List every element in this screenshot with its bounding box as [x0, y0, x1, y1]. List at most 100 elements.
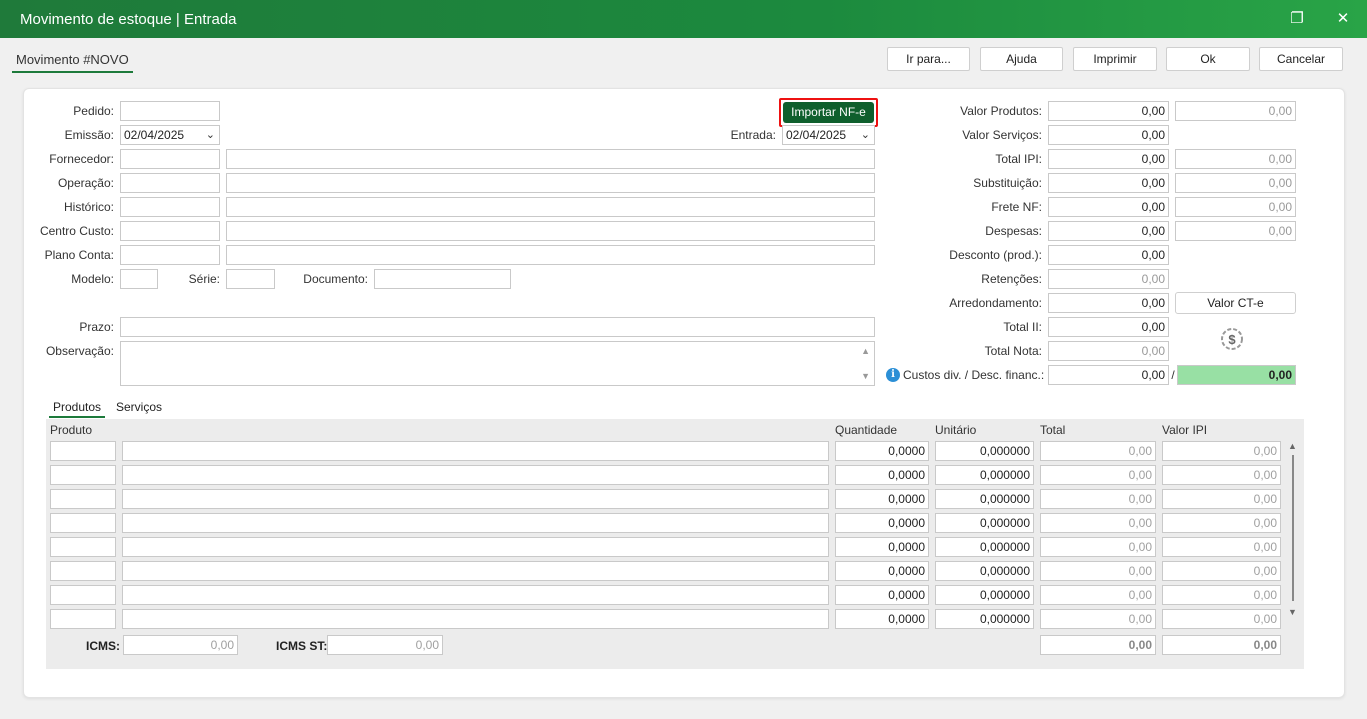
col-unitario: Unitário [935, 423, 977, 437]
print-button[interactable]: Imprimir [1073, 47, 1157, 71]
plano-conta-code-input[interactable] [120, 245, 220, 265]
unitario-cell[interactable]: 0,000000 [935, 513, 1034, 533]
historico-name-input[interactable] [226, 197, 875, 217]
product-desc-cell[interactable] [122, 465, 829, 485]
quantidade-cell[interactable]: 0,0000 [835, 561, 929, 581]
custos-desc-financ-value: 0,00 [1177, 365, 1296, 385]
valor-produtos-secondary: 0,00 [1175, 101, 1296, 121]
modelo-input[interactable] [120, 269, 158, 289]
plano-conta-name-input[interactable] [226, 245, 875, 265]
centro-custo-name-input[interactable] [226, 221, 875, 241]
goto-button[interactable]: Ir para... [887, 47, 970, 71]
icms-label: ICMS: [86, 639, 120, 653]
product-code-cell[interactable] [50, 489, 116, 509]
centro-custo-code-input[interactable] [120, 221, 220, 241]
restore-icon[interactable]: ❐ [1287, 9, 1307, 29]
unitario-cell[interactable]: 0,000000 [935, 489, 1034, 509]
modelo-label: Modelo: [71, 272, 114, 286]
valor-servicos-input[interactable]: 0,00 [1048, 125, 1169, 145]
emissao-value: 02/04/2025 [124, 128, 185, 142]
scroll-up-icon[interactable]: ▲ [861, 346, 870, 356]
import-nfe-button[interactable]: Importar NF-e [783, 102, 874, 123]
arredondamento-input[interactable]: 0,00 [1048, 293, 1169, 313]
desconto-input[interactable]: 0,00 [1048, 245, 1169, 265]
custos-label: Custos div. / Desc. financ.: [903, 368, 1045, 382]
historico-label: Histórico: [63, 200, 114, 214]
total-nota-input: 0,00 [1048, 341, 1169, 361]
unitario-cell[interactable]: 0,000000 [935, 609, 1034, 629]
info-icon[interactable]: i [886, 368, 900, 382]
substituicao-label: Substituição: [973, 176, 1042, 190]
help-button[interactable]: Ajuda [980, 47, 1063, 71]
scrollbar-thumb[interactable] [1292, 455, 1294, 601]
unitario-cell[interactable]: 0,000000 [935, 441, 1034, 461]
product-code-cell[interactable] [50, 465, 116, 485]
ok-button[interactable]: Ok [1166, 47, 1250, 71]
quantidade-cell[interactable]: 0,0000 [835, 489, 929, 509]
product-desc-cell[interactable] [122, 489, 829, 509]
total-ii-input[interactable]: 0,00 [1048, 317, 1169, 337]
quantidade-cell[interactable]: 0,0000 [835, 537, 929, 557]
substituicao-secondary: 0,00 [1175, 173, 1296, 193]
fornecedor-name-input[interactable] [226, 149, 875, 169]
pedido-label: Pedido: [73, 104, 114, 118]
product-code-cell[interactable] [50, 609, 116, 629]
scroll-down-icon[interactable]: ▼ [1288, 607, 1297, 617]
operacao-name-input[interactable] [226, 173, 875, 193]
product-code-cell[interactable] [50, 513, 116, 533]
emissao-date-picker[interactable]: 02/04/2025 ⌄ [120, 125, 220, 145]
product-desc-cell[interactable] [122, 537, 829, 557]
unitario-cell[interactable]: 0,000000 [935, 561, 1034, 581]
valor-servicos-label: Valor Serviços: [962, 128, 1042, 142]
documento-input[interactable] [374, 269, 511, 289]
quantidade-cell[interactable]: 0,0000 [835, 585, 929, 605]
grid-scrollbar[interactable]: ▲ ▼ [1287, 441, 1299, 617]
fornecedor-code-input[interactable] [120, 149, 220, 169]
quantidade-cell[interactable]: 0,0000 [835, 441, 929, 461]
plano-conta-label: Plano Conta: [44, 248, 114, 262]
entrada-value: 02/04/2025 [786, 128, 847, 142]
product-code-cell[interactable] [50, 585, 116, 605]
product-desc-cell[interactable] [122, 609, 829, 629]
valor-produtos-input[interactable]: 0,00 [1048, 101, 1169, 121]
cancel-button[interactable]: Cancelar [1259, 47, 1343, 71]
substituicao-input[interactable]: 0,00 [1048, 173, 1169, 193]
unitario-cell[interactable]: 0,000000 [935, 537, 1034, 557]
movement-tab[interactable]: Movimento #NOVO [12, 52, 133, 73]
unitario-cell[interactable]: 0,000000 [935, 465, 1034, 485]
despesas-input[interactable]: 0,00 [1048, 221, 1169, 241]
unitario-cell[interactable]: 0,000000 [935, 585, 1034, 605]
quantidade-cell[interactable]: 0,0000 [835, 465, 929, 485]
custos-input[interactable]: 0,00 [1048, 365, 1169, 385]
operacao-code-input[interactable] [120, 173, 220, 193]
tab-produtos[interactable]: Produtos [49, 398, 106, 418]
product-desc-cell[interactable] [122, 513, 829, 533]
valor-cte-button[interactable]: Valor CT-e [1175, 292, 1296, 314]
prazo-input[interactable] [120, 317, 875, 337]
historico-code-input[interactable] [120, 197, 220, 217]
product-desc-cell[interactable] [122, 441, 829, 461]
total-ipi-input[interactable]: 0,00 [1048, 149, 1169, 169]
total-cell: 0,00 [1040, 609, 1156, 629]
scroll-down-icon[interactable]: ▼ [861, 371, 870, 381]
observacao-textarea[interactable]: ▲ ▼ [120, 341, 875, 386]
tab-servicos[interactable]: Serviços [116, 398, 162, 418]
col-total: Total [1040, 423, 1066, 437]
quantidade-cell[interactable]: 0,0000 [835, 513, 929, 533]
close-icon[interactable]: ✕ [1333, 9, 1353, 29]
valor-ipi-cell: 0,00 [1162, 537, 1281, 557]
refresh-dollar-icon[interactable]: $ [1218, 325, 1246, 353]
product-code-cell[interactable] [50, 561, 116, 581]
pedido-input[interactable] [120, 101, 220, 121]
product-code-cell[interactable] [50, 441, 116, 461]
frete-input[interactable]: 0,00 [1048, 197, 1169, 217]
desconto-label: Desconto (prod.): [949, 248, 1042, 262]
quantidade-cell[interactable]: 0,0000 [835, 609, 929, 629]
product-code-cell[interactable] [50, 537, 116, 557]
entrada-date-picker[interactable]: 02/04/2025 ⌄ [782, 125, 875, 145]
product-desc-cell[interactable] [122, 585, 829, 605]
product-desc-cell[interactable] [122, 561, 829, 581]
scroll-up-icon[interactable]: ▲ [1288, 441, 1297, 451]
valor-ipi-cell: 0,00 [1162, 465, 1281, 485]
serie-input[interactable] [226, 269, 275, 289]
